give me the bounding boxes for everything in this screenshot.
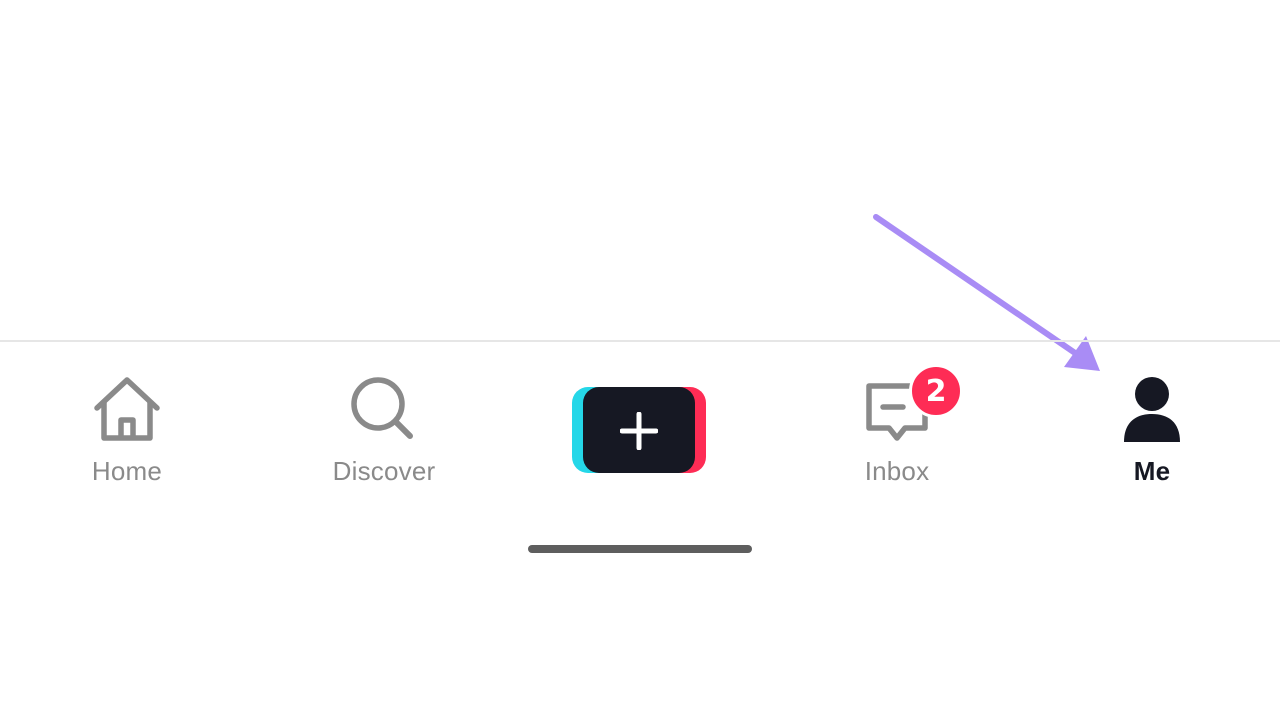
tab-me-label: Me bbox=[1133, 456, 1171, 486]
plus-icon bbox=[620, 412, 658, 450]
tab-me[interactable]: Me bbox=[1062, 372, 1242, 492]
tab-bar-divider bbox=[0, 340, 1280, 342]
home-icon bbox=[89, 372, 165, 448]
search-icon bbox=[346, 372, 422, 448]
inbox-badge: 2 bbox=[909, 364, 963, 418]
annotation-arrow-icon bbox=[873, 214, 1100, 371]
tab-inbox-label: Inbox bbox=[864, 456, 930, 486]
tab-discover[interactable]: Discover bbox=[294, 372, 474, 492]
tab-discover-label: Discover bbox=[332, 456, 436, 486]
home-indicator[interactable] bbox=[528, 545, 752, 553]
tab-home[interactable]: Home bbox=[37, 372, 217, 492]
user-icon bbox=[1114, 372, 1190, 448]
tab-home-label: Home bbox=[91, 456, 163, 486]
app-screen: Home Discover 2 Inbox Me bbox=[0, 0, 1280, 720]
create-button[interactable] bbox=[570, 385, 708, 477]
tab-inbox[interactable]: 2 Inbox bbox=[807, 364, 987, 492]
